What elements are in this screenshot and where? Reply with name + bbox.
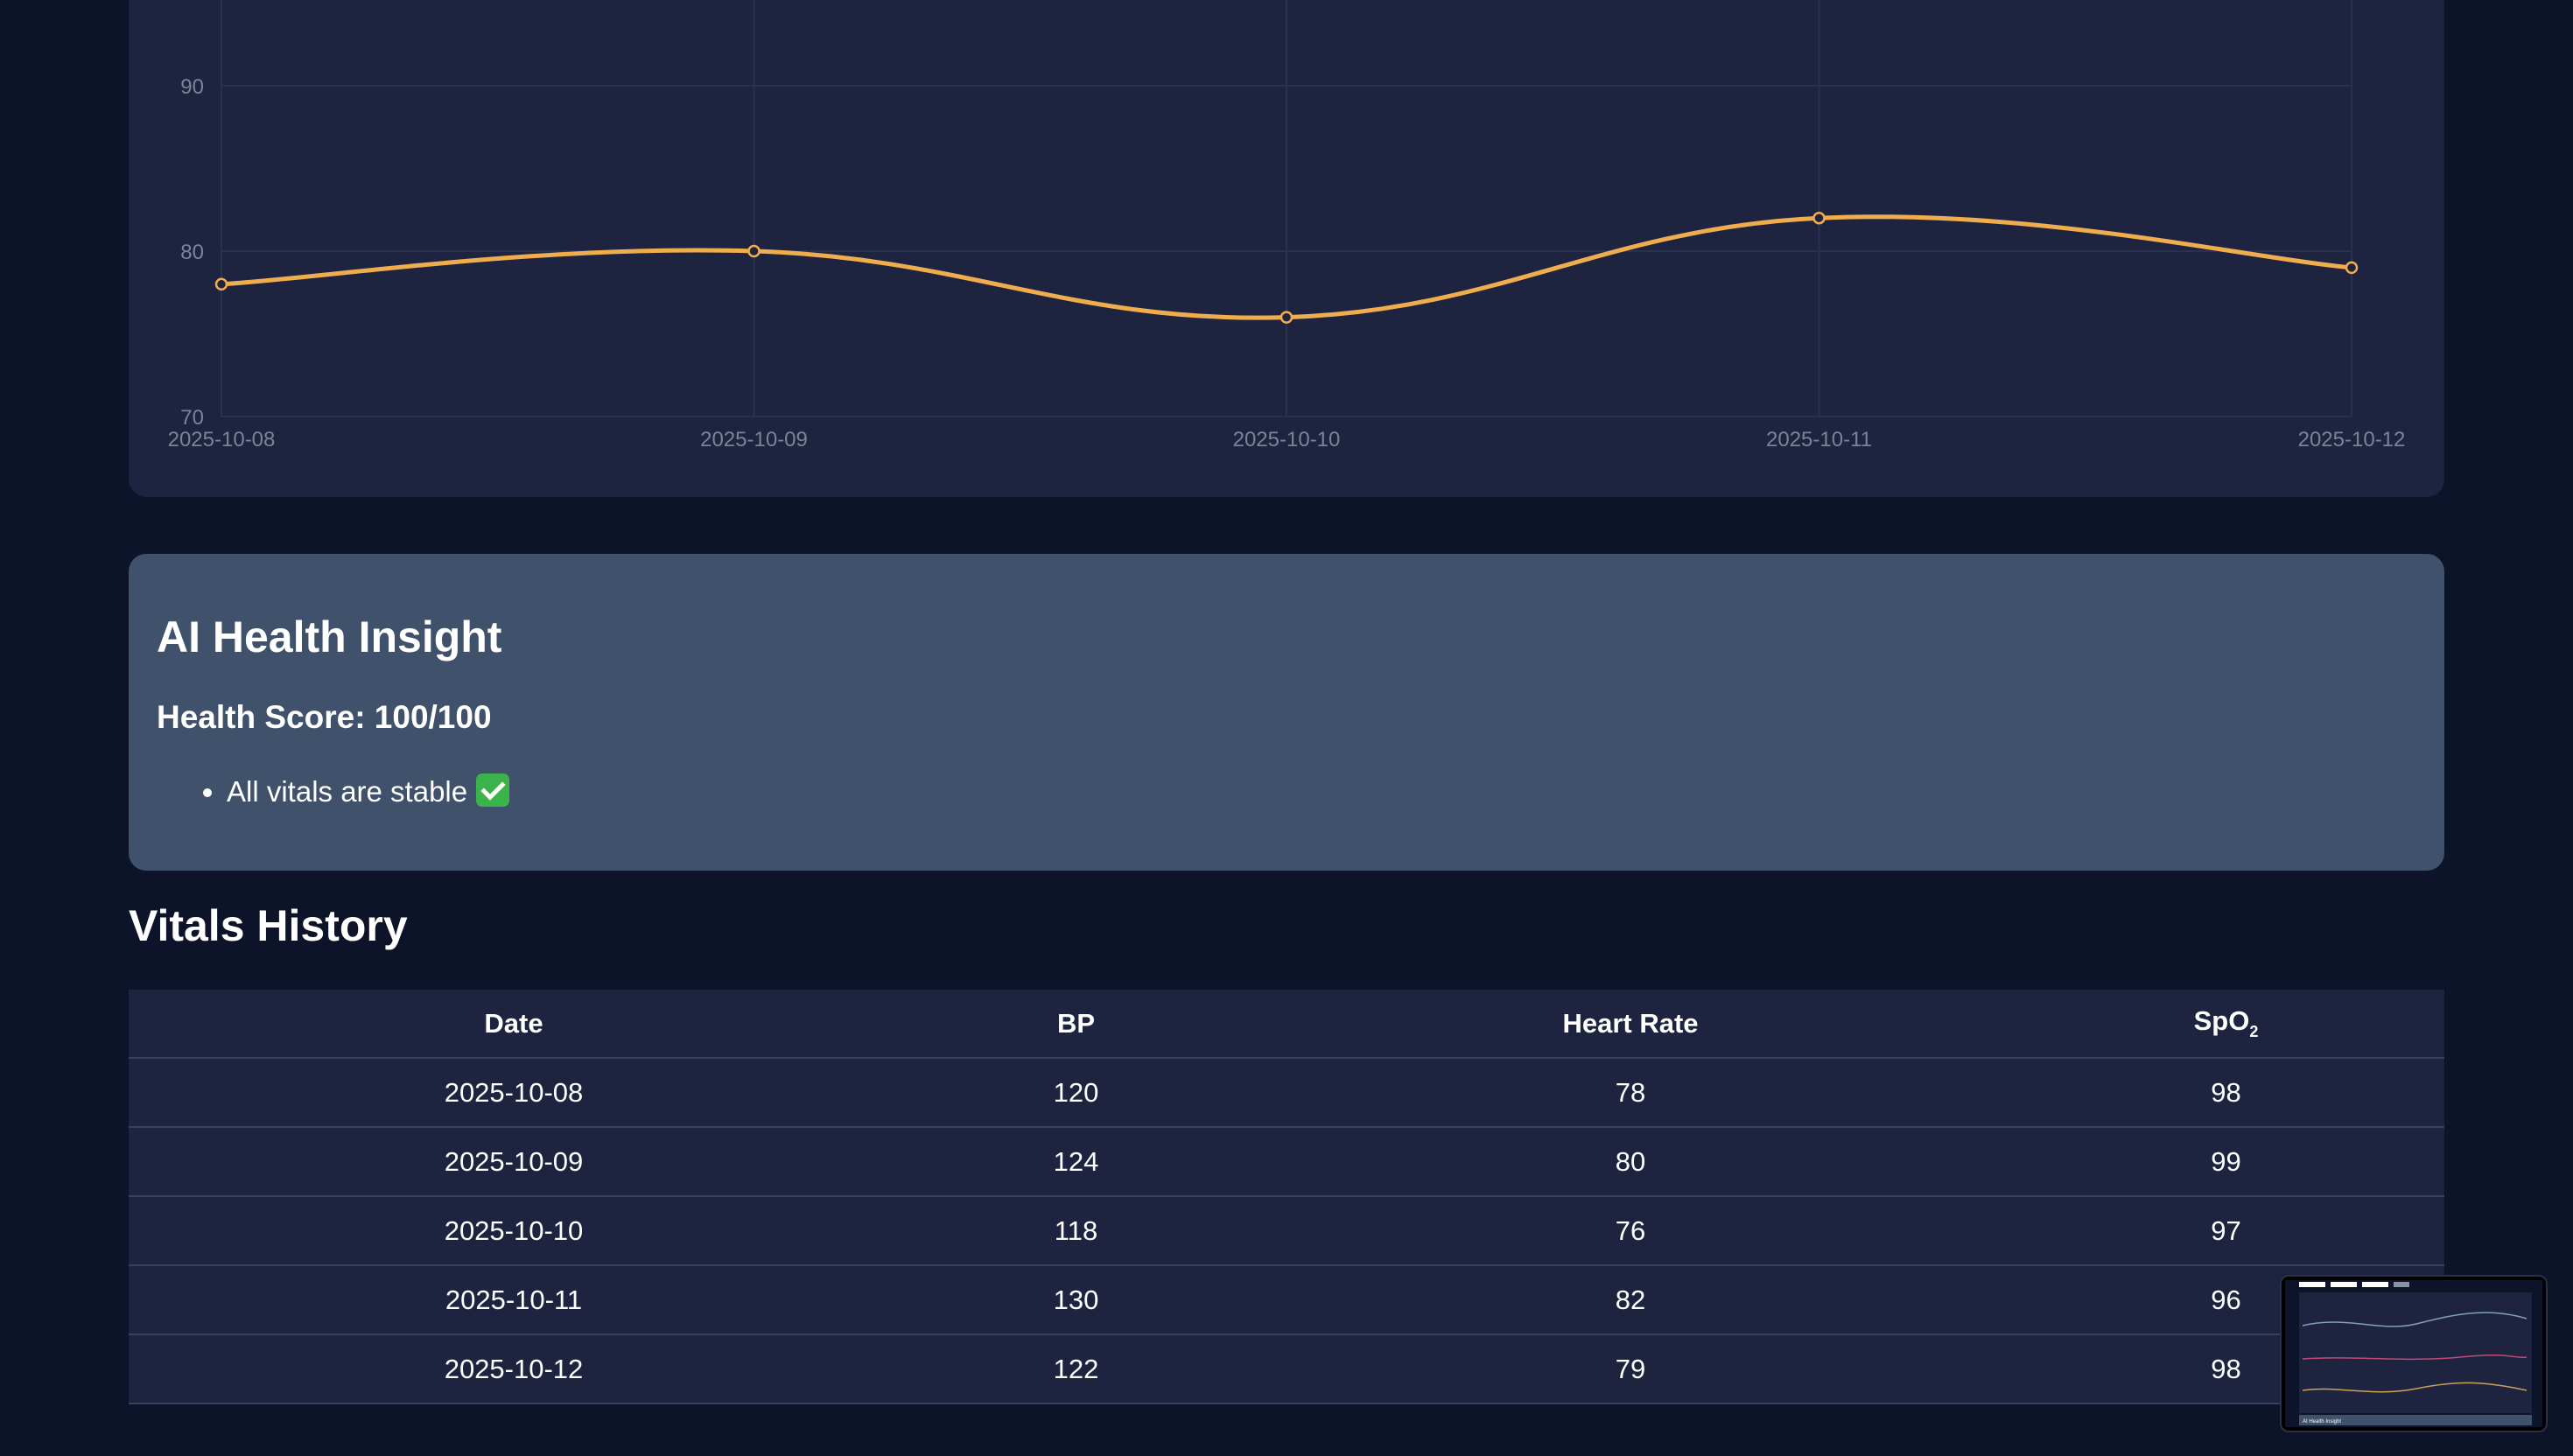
vitals-history-table: Date BP Heart Rate SpO2 2025-10-08 120 7… [129, 990, 2444, 1404]
header-spo2-subscript: 2 [2249, 1023, 2259, 1040]
table-header-row: Date BP Heart Rate SpO2 [129, 990, 2444, 1059]
table-row: 2025-10-08 120 78 98 [129, 1058, 2444, 1128]
cell-heart-rate: 78 [1253, 1058, 2008, 1128]
insight-item: All vitals are stable [227, 774, 2416, 807]
insight-title: AI Health Insight [157, 612, 502, 662]
cell-date: 2025-10-12 [129, 1334, 899, 1404]
y-tick-label: 70 [180, 406, 204, 430]
health-score: Health Score: 100/100 [157, 699, 492, 735]
cell-bp: 124 [899, 1127, 1253, 1197]
data-point [214, 277, 228, 291]
vitals-history-title: Vitals History [129, 901, 408, 950]
x-tick-label: 2025-10-08 [168, 428, 276, 452]
y-tick-label: 80 [180, 241, 204, 264]
cell-date: 2025-10-11 [129, 1265, 899, 1335]
thumbnail-title: AI Health Insight [2303, 1419, 2341, 1424]
check-mark-icon [476, 774, 510, 807]
header-heart-rate: Heart Rate [1253, 990, 2008, 1059]
data-point [747, 244, 761, 258]
table-row: 2025-10-09 124 80 99 [129, 1127, 2444, 1197]
table-row: 2025-10-10 118 76 97 [129, 1196, 2444, 1266]
cell-bp: 120 [899, 1058, 1253, 1128]
cell-date: 2025-10-10 [129, 1196, 899, 1266]
data-point [1812, 211, 1826, 225]
cell-date: 2025-10-09 [129, 1127, 899, 1197]
x-tick-label: 2025-10-11 [1766, 428, 1872, 452]
cell-spo2: 99 [2008, 1127, 2444, 1197]
header-spo2-text: SpO [2193, 1005, 2250, 1036]
insight-item-text: All vitals are stable [227, 775, 468, 808]
cell-date: 2025-10-08 [129, 1058, 899, 1128]
ai-insight-card: AI Health Insight Health Score: 100/100 … [129, 554, 2444, 871]
cell-heart-rate: 79 [1253, 1334, 2008, 1404]
cell-heart-rate: 82 [1253, 1265, 2008, 1335]
x-tick-label: 2025-10-12 [2298, 428, 2406, 452]
y-tick-label: 90 [180, 75, 204, 99]
cell-bp: 122 [899, 1334, 1253, 1404]
heart-rate-chart: 70 80 90 2025-10-08 2025-10-09 2025-10-10 2025… [168, 0, 2406, 452]
cell-spo2: 97 [2008, 1196, 2444, 1266]
cell-heart-rate: 76 [1253, 1196, 2008, 1266]
thumbnail-preview-image: AI Health Insight [2285, 1280, 2542, 1427]
heart-rate-chart-card: 70 80 90 2025-10-08 2025-10-09 2025-10-10 2025… [129, 0, 2444, 497]
cell-bp: 118 [899, 1196, 1253, 1266]
x-tick-label: 2025-10-10 [1233, 428, 1341, 452]
data-point [1279, 311, 1294, 324]
cell-spo2: 98 [2008, 1058, 2444, 1128]
x-tick-label: 2025-10-09 [700, 428, 808, 452]
screen-thumbnail-preview[interactable]: AI Health Insight [2282, 1277, 2546, 1431]
header-date: Date [129, 990, 899, 1059]
table-row: 2025-10-12 122 79 98 [129, 1334, 2444, 1404]
table-row: 2025-10-11 130 82 96 [129, 1265, 2444, 1335]
cell-heart-rate: 80 [1253, 1127, 2008, 1197]
header-spo2: SpO2 [2008, 990, 2444, 1059]
header-bp: BP [899, 990, 1253, 1059]
data-point [2345, 261, 2359, 275]
cell-bp: 130 [899, 1265, 1253, 1335]
insight-list: All vitals are stable [157, 774, 2416, 807]
